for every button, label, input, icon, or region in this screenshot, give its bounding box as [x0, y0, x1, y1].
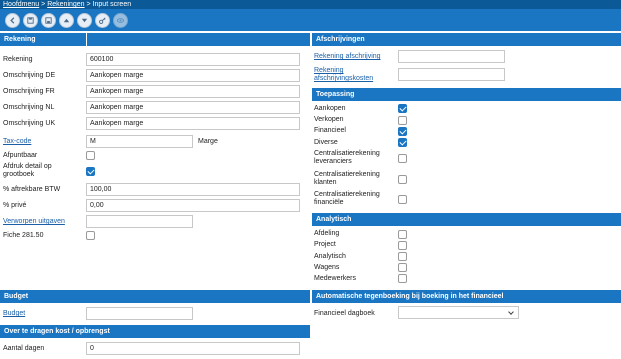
- afdeling-label: Afdeling: [314, 230, 340, 237]
- financieel-checkbox[interactable]: [398, 127, 407, 136]
- save-as-button[interactable]: [41, 12, 56, 28]
- rekening-section-header: Rekening: [0, 33, 86, 46]
- medewerkers-checkbox[interactable]: [398, 274, 407, 283]
- omschrijving-nl-input[interactable]: Aankopen marge: [86, 101, 300, 114]
- move-down-button[interactable]: [77, 12, 92, 28]
- key-button[interactable]: [95, 12, 110, 28]
- verworpen-uitgaven-link[interactable]: Verworpen uitgaven: [3, 218, 65, 226]
- prive-label: % privé: [3, 202, 27, 209]
- tax-code-description: Marge: [198, 138, 218, 145]
- save-button[interactable]: [23, 12, 38, 28]
- toepassing-section-header: Toepassing: [312, 88, 621, 101]
- omschrijving-de-label: Omschrijving DE: [3, 72, 56, 79]
- centralisatie-financiele-checkbox[interactable]: [398, 195, 407, 204]
- tax-code-link[interactable]: Tax-code: [3, 138, 31, 146]
- rekening-afschrijving-link[interactable]: Rekening afschrijving: [314, 53, 381, 61]
- centralisatie-leveranciers-checkbox[interactable]: [398, 154, 407, 163]
- aantal-dagen-label: Aantal dagen: [3, 345, 45, 352]
- breadcrumb-current: Input screen: [92, 1, 132, 8]
- view-button[interactable]: [113, 12, 128, 28]
- financieel-dagboek-select[interactable]: [398, 306, 519, 319]
- omschrijving-nl-label: Omschrijving NL: [3, 104, 55, 111]
- verworpen-uitgaven-input[interactable]: [86, 215, 193, 228]
- aftrekbare-btw-label: % aftrekbare BTW: [3, 186, 61, 193]
- tax-code-input[interactable]: M: [86, 135, 193, 148]
- afdruk-detail-checkbox[interactable]: [86, 167, 95, 176]
- omschrijving-de-input[interactable]: Aankopen marge: [86, 69, 300, 82]
- rekening-afschrijvingskosten-line2: afschrijvingskosten: [314, 75, 374, 82]
- diverse-label: Diverse: [314, 139, 338, 146]
- afdruk-detail-label-line1: Afdruk detail op: [3, 163, 52, 170]
- verkopen-checkbox[interactable]: [398, 116, 407, 125]
- aantal-dagen-input[interactable]: 0: [86, 342, 300, 355]
- breadcrumb-separator: >: [86, 1, 91, 8]
- aftrekbare-btw-input[interactable]: 100,00: [86, 183, 300, 196]
- view-icon: [116, 17, 125, 23]
- centralisatie-leveranciers-line2: leveranciers: [314, 158, 352, 165]
- afdeling-checkbox[interactable]: [398, 230, 407, 239]
- omschrijving-fr-label: Omschrijving FR: [3, 88, 55, 95]
- analytisch-checkbox[interactable]: [398, 252, 407, 261]
- move-up-button[interactable]: [59, 12, 74, 28]
- centralisatie-financiele-line1: Centralisatierekening: [314, 191, 380, 198]
- budget-input[interactable]: [86, 307, 193, 320]
- financieel-label: Financieel: [314, 127, 346, 134]
- omschrijving-uk-input[interactable]: Aankopen marge: [86, 117, 300, 130]
- afpuntbaar-checkbox[interactable]: [86, 151, 95, 160]
- breadcrumb-separator: >: [41, 1, 46, 8]
- centralisatie-klanten-line2: klanten: [314, 179, 337, 186]
- budget-link[interactable]: Budget: [3, 310, 25, 318]
- omschrijving-uk-label: Omschrijving UK: [3, 120, 56, 127]
- toolbar: [0, 9, 621, 31]
- diverse-checkbox[interactable]: [398, 138, 407, 147]
- centralisatie-financiele-label: Centralisatierekening financiële: [314, 191, 380, 207]
- arrow-up-icon: [63, 18, 70, 22]
- breadcrumb-home-link[interactable]: Hoofdmenu: [3, 1, 39, 8]
- afdruk-detail-label-line2: grootboek: [3, 171, 35, 178]
- prive-input[interactable]: 0,00: [86, 199, 300, 212]
- omschrijving-fr-input[interactable]: Aankopen marge: [86, 85, 300, 98]
- fiche-label: Fiche 281.50: [3, 232, 44, 239]
- centralisatie-klanten-label: Centralisatierekening klanten: [314, 171, 380, 187]
- rekening-afschrijvingskosten-line1: Rekening: [314, 67, 344, 74]
- overdragen-section-header: Over te dragen kost / opbrengst: [0, 325, 310, 338]
- back-button[interactable]: [5, 12, 20, 28]
- budget-section-header: Budget: [0, 290, 310, 303]
- breadcrumb-accounts-link[interactable]: Rekeningen: [47, 1, 84, 8]
- centralisatie-leveranciers-label: Centralisatierekening leveranciers: [314, 150, 380, 166]
- back-icon: [10, 16, 15, 24]
- wagens-checkbox[interactable]: [398, 263, 407, 272]
- rekening-label: Rekening: [3, 56, 33, 63]
- analytisch-section-header: Analytisch: [312, 213, 621, 226]
- key-icon: [99, 16, 106, 24]
- rekening-afschrijvingskosten-input[interactable]: [398, 68, 505, 81]
- chevron-down-icon: [508, 309, 514, 315]
- rekening-afschrijvingskosten-link[interactable]: Rekening afschrijvingskosten: [314, 67, 373, 83]
- wagens-label: Wagens: [314, 264, 340, 271]
- tegenboeking-section-header: Automatische tegenboeking bij boeking in…: [312, 290, 621, 303]
- aankopen-checkbox[interactable]: [398, 104, 407, 113]
- fiche-checkbox[interactable]: [86, 231, 95, 240]
- analytisch-label: Analytisch: [314, 253, 346, 260]
- rekening-afschrijving-input[interactable]: [398, 50, 505, 63]
- centralisatie-leveranciers-line1: Centralisatierekening: [314, 150, 380, 157]
- project-checkbox[interactable]: [398, 241, 407, 250]
- rekening-input[interactable]: 600100: [86, 53, 300, 66]
- aankopen-label: Aankopen: [314, 105, 346, 112]
- medewerkers-label: Medewerkers: [314, 275, 357, 282]
- save-as-icon: [45, 16, 52, 24]
- verkopen-label: Verkopen: [314, 116, 344, 123]
- afschrijvingen-section-header: Afschrijvingen: [312, 33, 621, 46]
- financieel-dagboek-label: Financieel dagboek: [314, 310, 375, 317]
- save-icon: [27, 16, 34, 24]
- project-label: Project: [314, 241, 336, 248]
- afpuntbaar-label: Afpuntbaar: [3, 152, 38, 159]
- arrow-down-icon: [81, 18, 88, 22]
- rekening-section-header-filler: [86, 33, 310, 46]
- centralisatie-klanten-checkbox[interactable]: [398, 175, 407, 184]
- centralisatie-klanten-line1: Centralisatierekening: [314, 171, 380, 178]
- breadcrumb: Hoofdmenu > Rekeningen > Input screen: [0, 0, 621, 9]
- centralisatie-financiele-line2: financiële: [314, 199, 344, 206]
- afdruk-detail-label: Afdruk detail op grootboek: [3, 163, 52, 179]
